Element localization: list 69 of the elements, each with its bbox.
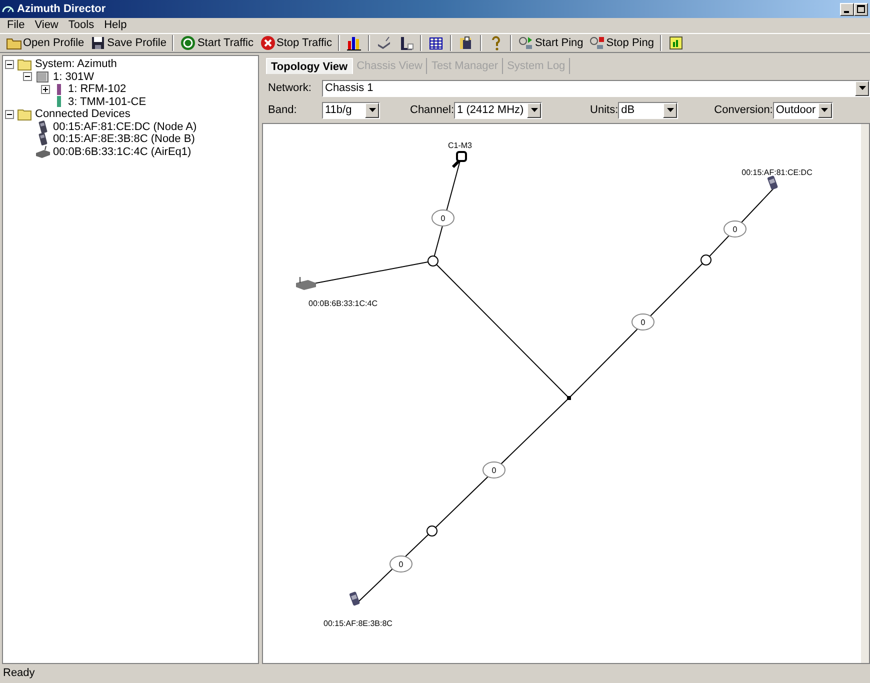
tab[interactable]: Topology View	[266, 58, 353, 74]
dropdown-field[interactable]: Outdoor	[772, 102, 833, 118]
toolbar-button[interactable]: Open Profile	[4, 34, 86, 52]
hub-node[interactable]	[426, 526, 438, 536]
menu-item[interactable]: View	[30, 17, 64, 34]
device-label: 00:0B:6B:33:1C:4C	[308, 299, 378, 308]
toolbar-button[interactable]: Stop Ping	[587, 34, 656, 52]
toolbar-button[interactable]: Stop Traffic	[258, 34, 334, 52]
hub-node[interactable]	[700, 254, 712, 266]
probe-icon[interactable]	[452, 151, 467, 168]
menu-item[interactable]: Help	[99, 17, 132, 34]
field-label: Network:	[268, 80, 312, 96]
folder-icon	[17, 107, 32, 122]
device-label: 00:15:AF:81:CE:DC	[742, 168, 812, 177]
link-label[interactable]: 0	[632, 314, 654, 330]
device-label: 00:15:AF:8E:3B:8C	[324, 619, 392, 628]
link-label[interactable]: 0	[482, 462, 506, 478]
go-icon	[180, 35, 196, 51]
field-label: Channel:	[410, 102, 454, 118]
toolbar-button[interactable]: Start Traffic	[178, 34, 256, 52]
caret-icon	[821, 108, 828, 112]
menu-item[interactable]: Tools	[63, 17, 100, 34]
dropdown-arrow-button[interactable]	[855, 80, 869, 96]
dropdown-field[interactable]: dB	[618, 102, 678, 118]
caret-icon	[368, 108, 376, 112]
link-label[interactable]: 0	[724, 220, 746, 238]
stop-icon	[260, 35, 276, 51]
toolbar-button[interactable]: Start Ping	[516, 34, 586, 52]
link-label[interactable]: 0	[390, 556, 412, 572]
field-label: Units:	[590, 102, 618, 118]
expand-toggle[interactable]	[41, 84, 50, 94]
router-icon	[35, 144, 50, 159]
maximize-icon	[857, 5, 865, 13]
table-icon	[428, 35, 444, 51]
collapse-toggle[interactable]	[23, 72, 32, 82]
bar-chart-icon	[346, 35, 362, 51]
chassis-icon	[35, 70, 50, 84]
toolbar-button[interactable]: Save Profile	[88, 34, 168, 52]
dropdown-field[interactable]: Chassis 1	[322, 80, 870, 96]
dropdown-field[interactable]: 1 (2412 MHz)	[454, 102, 542, 118]
minimize-button[interactable]	[840, 2, 854, 16]
hub-node[interactable]	[428, 256, 438, 266]
floppy-icon	[458, 35, 474, 51]
window-title: Azimuth Director	[17, 2, 106, 17]
field-label: Conversion:	[714, 102, 773, 118]
report-icon	[668, 35, 684, 51]
dropdown-field[interactable]: 11b/g	[322, 102, 380, 118]
ping-stop-icon	[589, 35, 606, 51]
folder-icon	[17, 57, 32, 72]
dropdown-arrow-button[interactable]	[527, 102, 542, 118]
menu-item[interactable]: File	[2, 17, 30, 34]
caret-icon	[530, 108, 538, 112]
junction-node[interactable]	[567, 396, 571, 400]
caret-icon	[858, 86, 866, 90]
maximize-button[interactable]	[854, 2, 868, 16]
router-icon[interactable]	[296, 276, 316, 290]
ping-start-icon	[518, 35, 534, 51]
status-text: Ready	[3, 666, 35, 682]
collapse-toggle[interactable]	[5, 60, 14, 69]
link-label[interactable]: 0	[432, 210, 454, 226]
scroll-bar[interactable]	[861, 124, 869, 663]
caret-icon	[666, 108, 674, 112]
field-label: Band:	[268, 102, 298, 118]
save-icon	[90, 35, 106, 51]
device-label: C1-M3	[448, 141, 472, 150]
dropdown-arrow-button[interactable]	[663, 102, 678, 118]
dropdown-arrow-button[interactable]	[365, 102, 379, 118]
dropdown-arrow-button[interactable]	[818, 102, 832, 118]
collapse-toggle[interactable]	[5, 110, 14, 119]
